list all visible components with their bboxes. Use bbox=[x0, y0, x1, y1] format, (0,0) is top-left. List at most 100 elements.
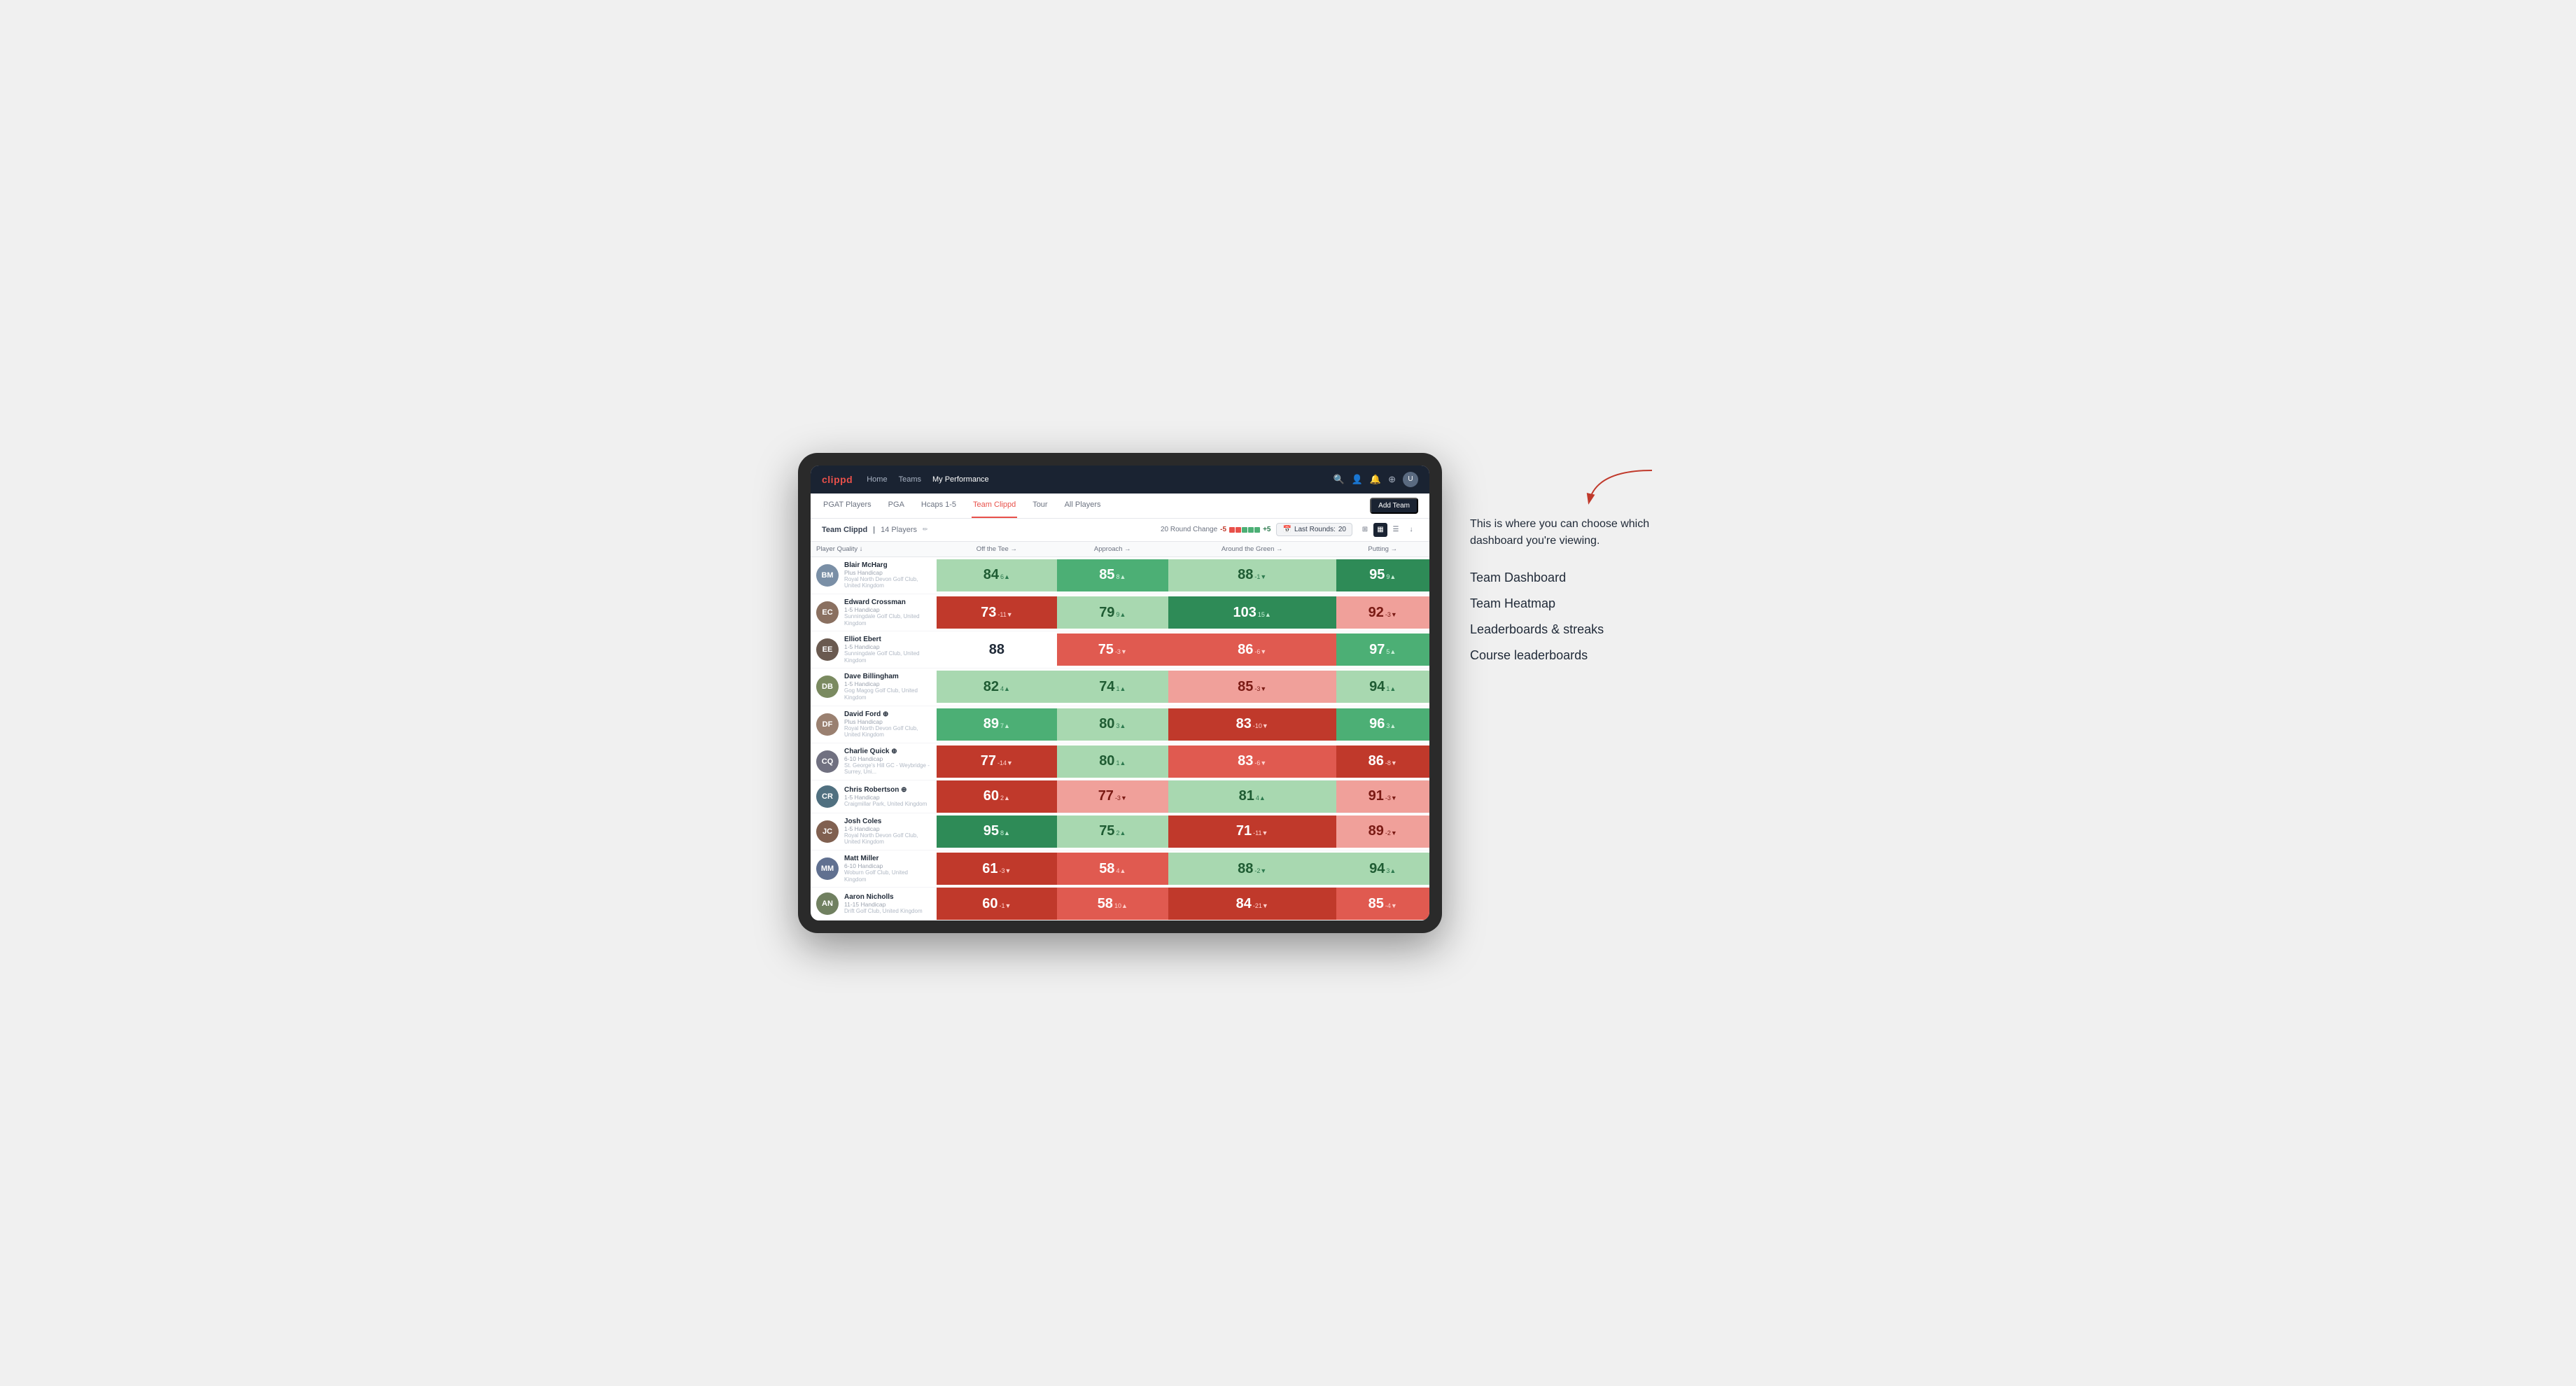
score-approach-4: 80 3▲ bbox=[1057, 706, 1168, 743]
score-cell: 88 -1▼ bbox=[1168, 559, 1336, 592]
score-cell: 83 -10▼ bbox=[1168, 708, 1336, 741]
tab-tour[interactable]: Tour bbox=[1031, 493, 1049, 518]
score-approach-3: 74 1▲ bbox=[1057, 668, 1168, 706]
arrow-container bbox=[1470, 467, 1666, 509]
score-inner: 88 -2▼ bbox=[1238, 861, 1266, 877]
player-name: Aaron Nicholls bbox=[844, 893, 923, 901]
score-main: 83 bbox=[1236, 716, 1252, 732]
tab-all-players[interactable]: All Players bbox=[1063, 493, 1102, 518]
tab-pga[interactable]: PGA bbox=[887, 493, 906, 518]
score-change: -10▼ bbox=[1253, 722, 1268, 729]
player-name: Chris Robertson ⊕ bbox=[844, 786, 927, 794]
add-team-button[interactable]: Add Team bbox=[1370, 498, 1418, 514]
score-putting-5: 86 -8▼ bbox=[1336, 743, 1429, 780]
last-rounds-button[interactable]: 📅 Last Rounds: 20 bbox=[1276, 523, 1352, 536]
score-main: 74 bbox=[1099, 679, 1114, 695]
score-inner: 94 3▲ bbox=[1369, 861, 1396, 877]
download-icon[interactable]: ↓ bbox=[1404, 523, 1418, 537]
player-name: Charlie Quick ⊕ bbox=[844, 748, 931, 755]
score-approach-1: 79 9▲ bbox=[1057, 594, 1168, 631]
table-row[interactable]: AN Aaron Nicholls 11-15 Handicap Drift G… bbox=[811, 888, 1429, 920]
player-avatar: EE bbox=[816, 638, 839, 661]
player-info: Chris Robertson ⊕ 1-5 Handicap Craigmill… bbox=[844, 786, 927, 808]
player-handicap: 1-5 Handicap bbox=[844, 606, 931, 613]
nav-home[interactable]: Home bbox=[867, 472, 887, 486]
score-inner: 82 4▲ bbox=[983, 679, 1010, 695]
score-around-3: 85 -3▼ bbox=[1168, 668, 1336, 706]
player-avatar: CQ bbox=[816, 750, 839, 773]
score-inner: 74 1▲ bbox=[1099, 679, 1126, 695]
score-inner: 85 8▲ bbox=[1099, 567, 1126, 583]
score-change: 10▲ bbox=[1114, 902, 1128, 909]
table-row[interactable]: EE Elliot Ebert 1-5 Handicap Sunningdale… bbox=[811, 631, 1429, 668]
score-offTee-8: 61 -3▼ bbox=[937, 850, 1057, 888]
player-handicap: 1-5 Handicap bbox=[844, 643, 931, 650]
score-change: -3▼ bbox=[1115, 648, 1127, 655]
table-row[interactable]: CQ Charlie Quick ⊕ 6-10 Handicap St. Geo… bbox=[811, 743, 1429, 780]
score-main: 85 bbox=[1099, 567, 1114, 583]
player-club: St. George's Hill GC - Weybridge - Surre… bbox=[844, 762, 931, 776]
score-inner: 60 -1▼ bbox=[982, 896, 1011, 912]
table-row[interactable]: DB Dave Billingham 1-5 Handicap Gog Mago… bbox=[811, 668, 1429, 706]
table-row[interactable]: EC Edward Crossman 1-5 Handicap Sunningd… bbox=[811, 594, 1429, 631]
score-cell: 60 -1▼ bbox=[937, 888, 1057, 920]
player-name: Edward Crossman bbox=[844, 598, 931, 606]
table-row[interactable]: JC Josh Coles 1-5 Handicap Royal North D… bbox=[811, 813, 1429, 850]
score-inner: 84 6▲ bbox=[983, 567, 1010, 583]
settings-icon[interactable]: ⊕ bbox=[1388, 474, 1396, 485]
player-avatar: DB bbox=[816, 676, 839, 698]
player-club: Gog Magog Golf Club, United Kingdom bbox=[844, 687, 931, 701]
table-row[interactable]: MM Matt Miller 6-10 Handicap Woburn Golf… bbox=[811, 850, 1429, 888]
score-cell: 95 8▲ bbox=[937, 816, 1057, 848]
change-seg-pos2 bbox=[1248, 527, 1254, 533]
nav-teams[interactable]: Teams bbox=[899, 472, 921, 486]
search-icon[interactable]: 🔍 bbox=[1334, 474, 1345, 485]
bell-icon[interactable]: 🔔 bbox=[1370, 474, 1381, 485]
nav-my-performance[interactable]: My Performance bbox=[932, 472, 989, 486]
score-cell: 80 3▲ bbox=[1057, 708, 1168, 741]
tab-hcaps[interactable]: Hcaps 1-5 bbox=[920, 493, 958, 518]
score-putting-4: 96 3▲ bbox=[1336, 706, 1429, 743]
score-change: 5▲ bbox=[1386, 648, 1396, 655]
score-inner: 86 -8▼ bbox=[1368, 753, 1397, 769]
score-change: 15▲ bbox=[1258, 611, 1271, 618]
player-cell-8: MM Matt Miller 6-10 Handicap Woburn Golf… bbox=[811, 850, 937, 888]
score-cell: 85 -3▼ bbox=[1168, 671, 1336, 703]
score-inner: 85 -4▼ bbox=[1368, 896, 1397, 912]
score-putting-3: 94 1▲ bbox=[1336, 668, 1429, 706]
tab-team-clippd[interactable]: Team Clippd bbox=[972, 493, 1017, 518]
player-info: Elliot Ebert 1-5 Handicap Sunningdale Go… bbox=[844, 636, 931, 664]
heatmap-view-icon[interactable]: ▦ bbox=[1373, 523, 1387, 537]
avatar[interactable]: U bbox=[1403, 472, 1418, 487]
score-offTee-2: 88 bbox=[937, 631, 1057, 668]
player-info: Charlie Quick ⊕ 6-10 Handicap St. George… bbox=[844, 748, 931, 776]
score-main: 94 bbox=[1369, 861, 1385, 877]
score-around-0: 88 -1▼ bbox=[1168, 556, 1336, 594]
score-change: -8▼ bbox=[1385, 760, 1397, 766]
score-around-1: 103 15▲ bbox=[1168, 594, 1336, 631]
score-approach-7: 75 2▲ bbox=[1057, 813, 1168, 850]
table-row[interactable]: BM Blair McHarg Plus Handicap Royal Nort… bbox=[811, 556, 1429, 594]
table-row[interactable]: CR Chris Robertson ⊕ 1-5 Handicap Craigm… bbox=[811, 780, 1429, 813]
tab-pgat-players[interactable]: PGAT Players bbox=[822, 493, 873, 518]
annotation-item-3: Course leaderboards bbox=[1470, 648, 1666, 663]
score-cell: 58 4▲ bbox=[1057, 853, 1168, 885]
page-wrapper: clippd Home Teams My Performance 🔍 👤 🔔 ⊕… bbox=[798, 453, 1778, 934]
score-main: 92 bbox=[1368, 605, 1384, 621]
player-cell-1: EC Edward Crossman 1-5 Handicap Sunningd… bbox=[811, 594, 937, 631]
score-change: 3▲ bbox=[1116, 722, 1126, 729]
score-cell: 92 -3▼ bbox=[1336, 596, 1429, 629]
player-cell-3: DB Dave Billingham 1-5 Handicap Gog Mago… bbox=[811, 668, 937, 706]
score-approach-9: 58 10▲ bbox=[1057, 888, 1168, 920]
score-change: -11▼ bbox=[997, 611, 1012, 618]
player-handicap: 11-15 Handicap bbox=[844, 901, 923, 908]
edit-icon[interactable]: ✏ bbox=[923, 526, 928, 533]
table-row[interactable]: DF David Ford ⊕ Plus Handicap Royal Nort… bbox=[811, 706, 1429, 743]
user-icon[interactable]: 👤 bbox=[1352, 474, 1363, 485]
score-inner: 88 -1▼ bbox=[1238, 567, 1266, 583]
list-view-icon[interactable]: ☰ bbox=[1389, 523, 1403, 537]
score-change: -3▼ bbox=[1385, 611, 1397, 618]
change-seg-pos3 bbox=[1254, 527, 1260, 533]
score-cell: 86 -6▼ bbox=[1168, 634, 1336, 666]
grid-view-icon[interactable]: ⊞ bbox=[1358, 523, 1372, 537]
